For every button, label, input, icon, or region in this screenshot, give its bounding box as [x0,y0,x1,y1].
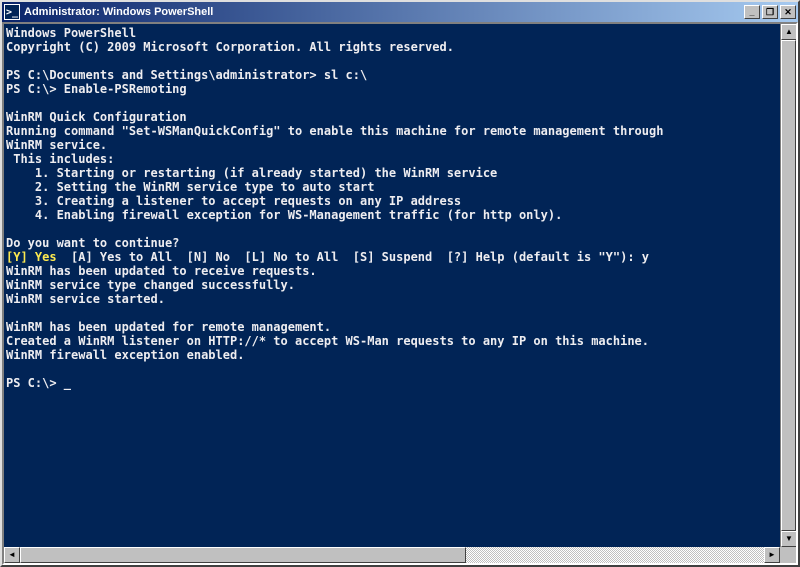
scroll-right-button[interactable]: ► [764,547,780,563]
vertical-scrollbar[interactable]: ▲ ▼ [780,24,796,547]
horizontal-scroll-track[interactable] [20,547,764,563]
console-frame: Windows PowerShell Copyright (C) 2009 Mi… [2,22,798,565]
powershell-window: >_ Administrator: Windows PowerShell _ ❐… [0,0,800,567]
close-button[interactable]: ✕ [780,5,796,19]
console-output[interactable]: Windows PowerShell Copyright (C) 2009 Mi… [4,24,780,547]
vertical-scroll-thumb[interactable] [781,40,796,531]
horizontal-scroll-thumb[interactable] [20,547,466,563]
scroll-left-button[interactable]: ◄ [4,547,20,563]
scroll-down-button[interactable]: ▼ [781,531,796,547]
titlebar[interactable]: >_ Administrator: Windows PowerShell _ ❐… [2,2,798,22]
window-title: Administrator: Windows PowerShell [24,6,744,18]
scrollbar-corner [780,547,796,563]
maximize-button[interactable]: ❐ [762,5,778,19]
powershell-icon: >_ [4,4,20,20]
vertical-scroll-track[interactable] [781,40,796,531]
scroll-up-button[interactable]: ▲ [781,24,796,40]
minimize-button[interactable]: _ [744,5,760,19]
horizontal-scrollbar[interactable]: ◄ ► [4,547,796,563]
